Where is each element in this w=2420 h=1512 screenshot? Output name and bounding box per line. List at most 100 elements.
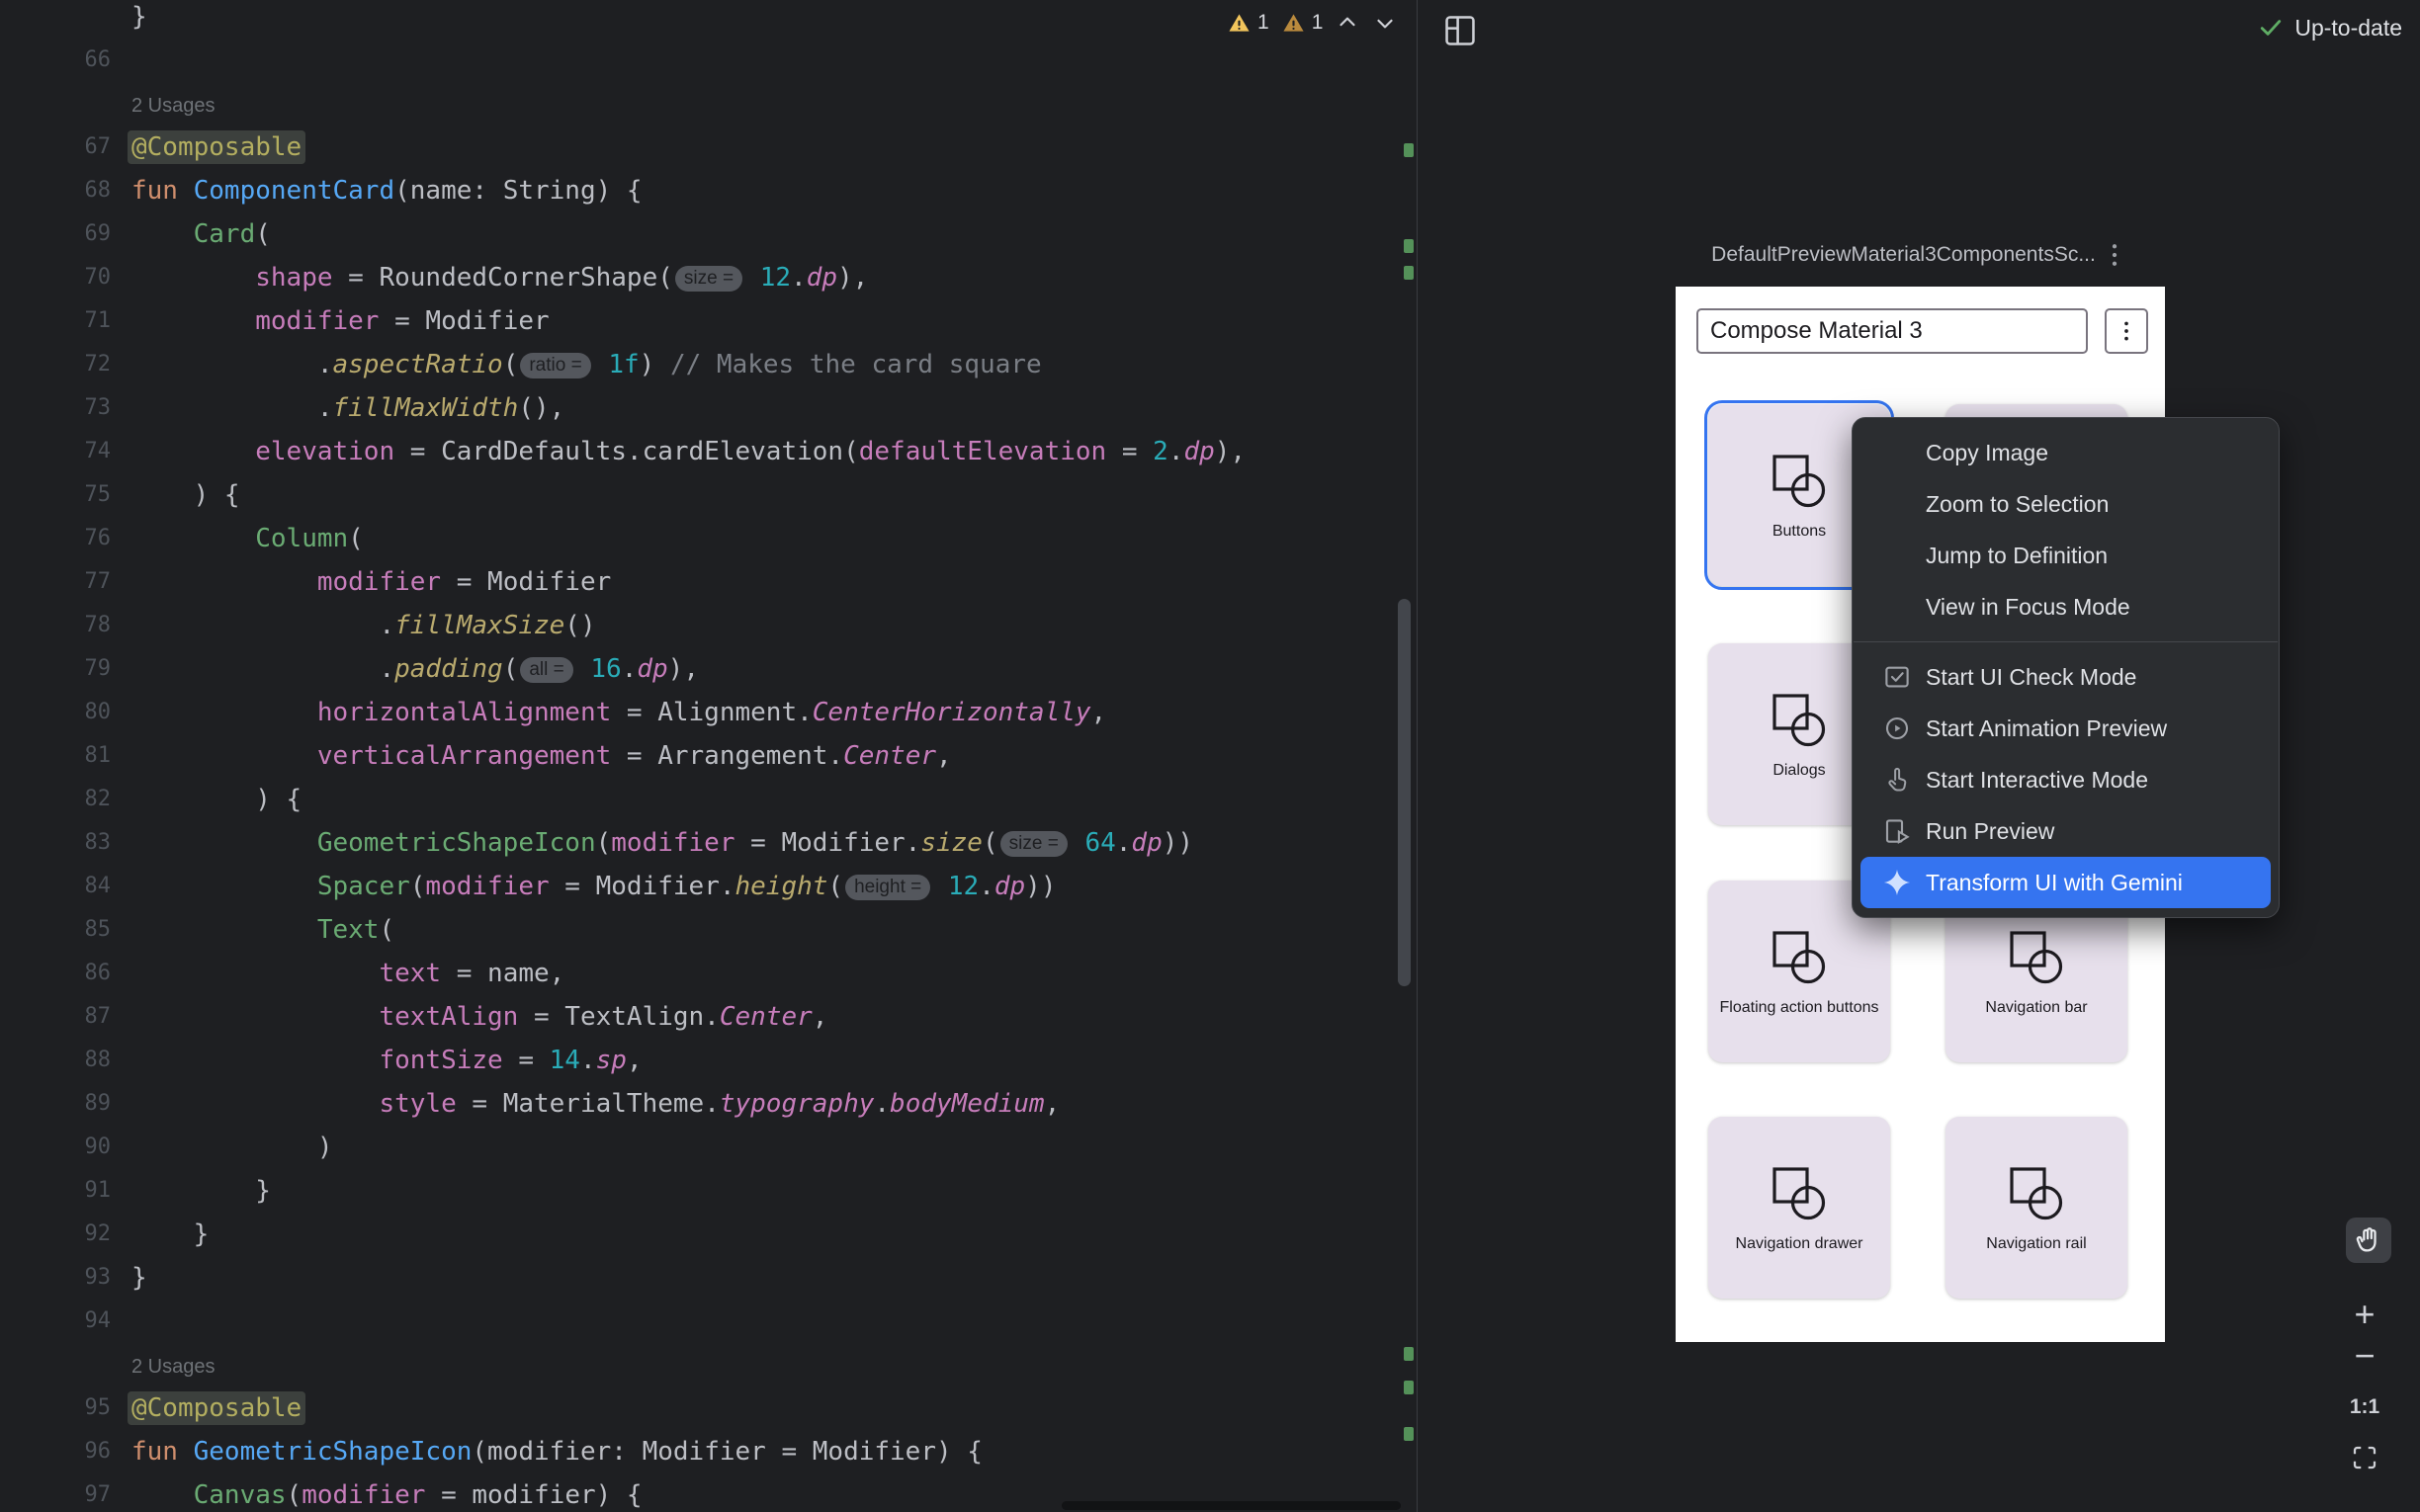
menu-item-transform-ui-with-gemini[interactable]: Transform UI with Gemini	[1860, 857, 2271, 908]
code-line[interactable]: 68fun ComponentCard(name: String) {	[0, 169, 1417, 212]
preview-card-navigation-rail[interactable]: Navigation rail	[1945, 1117, 2127, 1299]
code-line[interactable]: 69 Card(	[0, 212, 1417, 256]
line-number[interactable]: 71	[0, 299, 111, 343]
menu-item-view-in-focus-mode[interactable]: View in Focus Mode	[1853, 581, 2279, 632]
code-line[interactable]: 76 Column(	[0, 517, 1417, 560]
code-line[interactable]: 85 Text(	[0, 908, 1417, 952]
line-number[interactable]: 90	[0, 1126, 111, 1169]
line-number[interactable]: 87	[0, 995, 111, 1039]
line-number[interactable]: 66	[0, 39, 111, 82]
code-line[interactable]: 74 elevation = CardDefaults.cardElevatio…	[0, 430, 1417, 473]
line-number[interactable]: 80	[0, 691, 111, 734]
line-number[interactable]: 81	[0, 734, 111, 778]
editor-vertical-scrollbar[interactable]	[1398, 599, 1411, 986]
menu-item-zoom-to-selection[interactable]: Zoom to Selection	[1853, 478, 2279, 530]
line-number[interactable]: 88	[0, 1039, 111, 1082]
line-number[interactable]: 82	[0, 778, 111, 821]
line-number[interactable]: 83	[0, 821, 111, 865]
code-line[interactable]: 79 .padding(all = 16.dp),	[0, 647, 1417, 691]
pan-tool-button[interactable]	[2346, 1218, 2391, 1263]
menu-item-jump-to-definition[interactable]: Jump to Definition	[1853, 530, 2279, 581]
line-number[interactable]: 85	[0, 908, 111, 952]
warning-icon[interactable]: 1	[1227, 11, 1269, 35]
line-number[interactable]: 75	[0, 473, 111, 517]
line-number[interactable]: 93	[0, 1256, 111, 1300]
usages-hint[interactable]: 2 Usages	[131, 95, 216, 117]
usages-hint[interactable]: 2 Usages	[131, 1356, 216, 1378]
weak-warning-icon[interactable]: 1	[1281, 11, 1324, 35]
menu-item-start-interactive-mode[interactable]: Start Interactive Mode	[1853, 754, 2279, 805]
line-number[interactable]: 86	[0, 952, 111, 995]
code-line[interactable]: 93}	[0, 1256, 1417, 1300]
line-number[interactable]: 91	[0, 1169, 111, 1213]
next-issue-chevron-down-icon[interactable]	[1372, 10, 1398, 36]
line-number[interactable]: 77	[0, 560, 111, 604]
zoom-actual-size[interactable]: 1:1	[2341, 1386, 2388, 1429]
code-line[interactable]: 77 modifier = Modifier	[0, 560, 1417, 604]
line-number[interactable]: 92	[0, 1213, 111, 1256]
line-number[interactable]	[0, 0, 111, 39]
preview-kebab-menu-icon[interactable]	[2100, 240, 2129, 270]
preview-app-title-field[interactable]: Compose Material 3	[1696, 308, 2088, 354]
code-line[interactable]: 81 verticalArrangement = Arrangement.Cen…	[0, 734, 1417, 778]
code-line[interactable]: 89 style = MaterialTheme.typography.body…	[0, 1082, 1417, 1126]
line-number[interactable]: 96	[0, 1430, 111, 1473]
line-number[interactable]: 79	[0, 647, 111, 691]
code-line[interactable]: 66	[0, 39, 1417, 82]
code-line[interactable]: 84 Spacer(modifier = Modifier.height(hei…	[0, 865, 1417, 908]
line-number[interactable]: 74	[0, 430, 111, 473]
code-line[interactable]: 83 GeometricShapeIcon(modifier = Modifie…	[0, 821, 1417, 865]
code-editor-pane[interactable]: }66 2 Usages 67@Composable68fun ComponentC…	[0, 0, 1418, 1512]
zoom-in-icon[interactable]: +	[2341, 1293, 2388, 1336]
line-number[interactable]: 95	[0, 1386, 111, 1430]
line-number[interactable]	[0, 82, 111, 126]
line-number[interactable]: 76	[0, 517, 111, 560]
code-line[interactable]: 91 }	[0, 1169, 1417, 1213]
code-text: modifier = Modifier	[131, 299, 550, 343]
usages-hint-row[interactable]: 2 Usages	[0, 82, 1417, 126]
editor-horizontal-scrollbar[interactable]	[1062, 1501, 1401, 1510]
code-line[interactable]: 78 .fillMaxSize()	[0, 604, 1417, 647]
menu-item-run-preview[interactable]: Run Preview	[1853, 805, 2279, 857]
code-text: )	[131, 1126, 333, 1169]
line-number[interactable]: 69	[0, 212, 111, 256]
code-line[interactable]: 94	[0, 1300, 1417, 1343]
code-line[interactable]: 67@Composable	[0, 126, 1417, 169]
line-number[interactable]: 67	[0, 126, 111, 169]
line-number[interactable]: 97	[0, 1473, 111, 1512]
code-line[interactable]: }	[0, 0, 1417, 39]
line-number[interactable]	[0, 1343, 111, 1386]
code-line[interactable]: 90 )	[0, 1126, 1417, 1169]
menu-item-copy-image[interactable]: Copy Image	[1853, 427, 2279, 478]
fit-to-window-icon[interactable]	[2341, 1436, 2388, 1479]
line-number[interactable]: 72	[0, 343, 111, 386]
usages-hint-row[interactable]: 2 Usages	[0, 1343, 1417, 1386]
code-line[interactable]: 73 .fillMaxWidth(),	[0, 386, 1417, 430]
code-line[interactable]: 82 ) {	[0, 778, 1417, 821]
line-number[interactable]: 78	[0, 604, 111, 647]
line-number[interactable]: 70	[0, 256, 111, 299]
menu-item-start-animation-preview[interactable]: Start Animation Preview	[1853, 703, 2279, 754]
code-line[interactable]: 96fun GeometricShapeIcon(modifier: Modif…	[0, 1430, 1417, 1473]
code-line[interactable]: 70 shape = RoundedCornerShape(size = 12.…	[0, 256, 1417, 299]
line-number[interactable]: 84	[0, 865, 111, 908]
code-line[interactable]: 88 fontSize = 14.sp,	[0, 1039, 1417, 1082]
code-line[interactable]: 87 textAlign = TextAlign.Center,	[0, 995, 1417, 1039]
line-number[interactable]: 94	[0, 1300, 111, 1343]
line-number[interactable]: 89	[0, 1082, 111, 1126]
code-line[interactable]: 80 horizontalAlignment = Alignment.Cente…	[0, 691, 1417, 734]
line-number[interactable]: 73	[0, 386, 111, 430]
code-line[interactable]: 75 ) {	[0, 473, 1417, 517]
code-line[interactable]: 71 modifier = Modifier	[0, 299, 1417, 343]
code-line[interactable]: 72 .aspectRatio(ratio = 1f) // Makes the…	[0, 343, 1417, 386]
preview-card-navigation-drawer[interactable]: Navigation drawer	[1708, 1117, 1890, 1299]
preview-layout-icon[interactable]	[1441, 12, 1479, 49]
code-line[interactable]: 92 }	[0, 1213, 1417, 1256]
line-number[interactable]: 68	[0, 169, 111, 212]
menu-item-start-ui-check-mode[interactable]: Start UI Check Mode	[1853, 651, 2279, 703]
zoom-out-icon[interactable]: −	[2341, 1334, 2388, 1378]
previous-issue-chevron-up-icon[interactable]	[1335, 10, 1360, 36]
preview-app-kebab-icon[interactable]	[2105, 308, 2148, 354]
code-line[interactable]: 95@Composable	[0, 1386, 1417, 1430]
code-line[interactable]: 86 text = name,	[0, 952, 1417, 995]
